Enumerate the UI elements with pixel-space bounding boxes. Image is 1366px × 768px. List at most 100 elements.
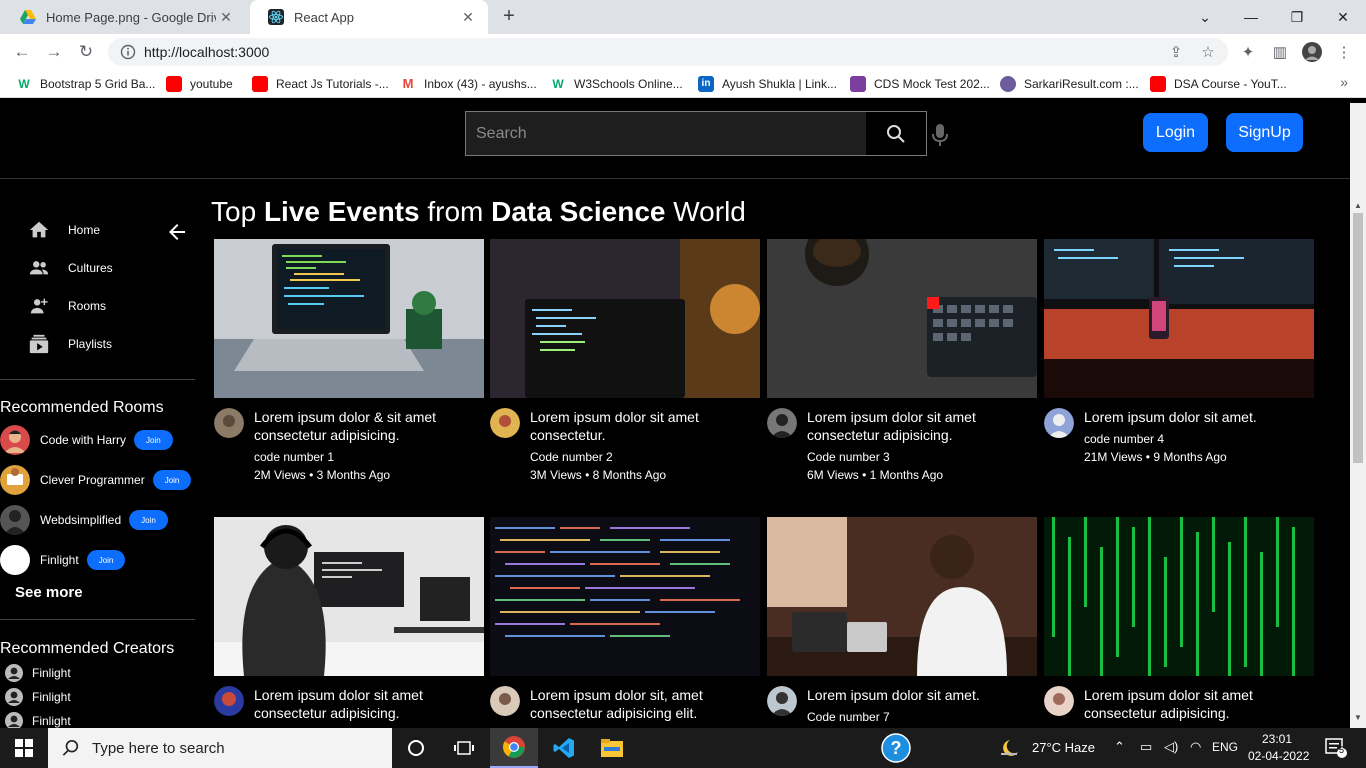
sidebar-item-home[interactable]: Home (28, 219, 100, 241)
channel-avatar[interactable] (767, 686, 797, 716)
more-bookmarks-icon[interactable]: » (1340, 74, 1348, 90)
arrow-back-icon[interactable] (165, 220, 189, 244)
video-card[interactable]: Lorem ipsum dolor sit amet consectetur. … (490, 239, 760, 482)
chrome-icon[interactable] (490, 728, 538, 768)
bookmark-item[interactable]: SarkariResult.com :... (1000, 76, 1139, 92)
search-input[interactable] (466, 112, 866, 155)
video-thumbnail[interactable] (767, 239, 1037, 398)
video-thumbnail[interactable] (1044, 517, 1314, 676)
video-title[interactable]: Lorem ipsum dolor sit amet consectetur a… (807, 408, 1037, 444)
video-title[interactable]: Lorem ipsum dolor sit, amet consectetur … (530, 686, 760, 722)
creator-item[interactable]: Finlight (4, 711, 71, 728)
join-button[interactable]: Join (129, 510, 168, 530)
share-icon[interactable]: ⇪ (1166, 42, 1186, 62)
room-item[interactable]: Finlight Join (0, 544, 126, 576)
signup-button[interactable]: SignUp (1226, 113, 1303, 152)
bookmark-item[interactable]: React Js Tutorials -... (252, 76, 389, 92)
channel-name[interactable]: Code number 3 (807, 450, 1037, 464)
video-card[interactable]: Lorem ipsum dolor sit amet consectetur a… (767, 239, 1037, 482)
menu-icon[interactable]: ⋮ (1334, 42, 1354, 62)
weather-text[interactable]: 27°C Haze (1032, 740, 1095, 755)
help-icon[interactable]: ? (872, 728, 920, 768)
forward-icon[interactable]: → (42, 40, 66, 64)
bookmark-item[interactable]: in Ayush Shukla | Link... (698, 76, 837, 92)
sidebar-item-cultures[interactable]: Cultures (28, 257, 113, 279)
room-item[interactable]: Clever Programmer Join (0, 464, 192, 496)
video-card[interactable]: Lorem ipsum dolor sit amet. Code number … (767, 517, 1037, 724)
file-explorer-icon[interactable] (588, 728, 636, 768)
creator-item[interactable]: Finlight (4, 663, 71, 683)
window-close-button[interactable]: ✕ (1320, 0, 1366, 34)
cortana-icon[interactable] (392, 728, 440, 768)
video-card[interactable]: Lorem ipsum dolor sit, amet consectetur … (490, 517, 760, 722)
tray-chevron-icon[interactable]: ⌃ (1114, 739, 1125, 755)
channel-avatar[interactable] (214, 686, 244, 716)
address-bar[interactable]: http://localhost:3000 (108, 38, 1228, 66)
bookmark-item[interactable]: M Inbox (43) - ayushs... (400, 76, 537, 92)
room-item[interactable]: Webdsimplified Join (0, 504, 168, 536)
reload-icon[interactable]: ↻ (74, 40, 98, 64)
video-thumbnail[interactable] (767, 517, 1037, 676)
notification-center-icon[interactable]: 5 (1316, 728, 1356, 768)
scroll-down-icon[interactable]: ▼ (1354, 713, 1362, 722)
join-button[interactable]: Join (152, 470, 192, 490)
restore-button[interactable]: ❐ (1274, 0, 1320, 34)
video-thumbnail[interactable] (214, 517, 484, 676)
weather-icon[interactable] (990, 728, 1030, 768)
battery-icon[interactable]: ▭ (1140, 739, 1152, 755)
bookmark-star-icon[interactable]: ☆ (1198, 42, 1218, 62)
microphone-icon[interactable] (930, 123, 950, 147)
tab-google-drive[interactable]: Home Page.png - Google Drive ✕ (2, 0, 246, 34)
video-title[interactable]: Lorem ipsum dolor sit amet. (1084, 408, 1314, 426)
scrollbar-thumb[interactable] (1353, 213, 1363, 463)
clock-date[interactable]: 02-04-2022 (1248, 749, 1309, 763)
video-title[interactable]: Lorem ipsum dolor sit amet consectetur. (530, 408, 760, 444)
close-icon[interactable]: ✕ (458, 9, 478, 26)
video-card[interactable]: Lorem ipsum dolor sit amet consectetur a… (1044, 517, 1314, 722)
video-title[interactable]: Lorem ipsum dolor sit amet. (807, 686, 1037, 704)
start-button[interactable] (0, 728, 48, 768)
minimize-button[interactable]: — (1228, 0, 1274, 34)
bookmark-item[interactable]: CDS Mock Test 202... (850, 76, 990, 92)
scroll-up-icon[interactable]: ▲ (1354, 201, 1362, 210)
bookmark-item[interactable]: youtube (166, 76, 233, 92)
see-more-link[interactable]: See more (15, 584, 83, 601)
new-tab-button[interactable]: + (498, 6, 520, 28)
room-item[interactable]: Code with Harry Join (0, 424, 173, 456)
channel-avatar[interactable] (767, 408, 797, 438)
channel-name[interactable]: code number 1 (254, 450, 484, 464)
video-thumbnail[interactable] (214, 239, 484, 398)
join-button[interactable]: Join (134, 430, 173, 450)
close-icon[interactable]: ✕ (216, 9, 236, 26)
tab-react-app[interactable]: React App ✕ (250, 0, 488, 34)
tab-search-icon[interactable]: ⌄ (1182, 0, 1228, 34)
channel-avatar[interactable] (490, 408, 520, 438)
language-indicator[interactable]: ENG (1212, 740, 1238, 754)
volume-icon[interactable]: ◁) (1164, 739, 1178, 755)
video-title[interactable]: Lorem ipsum dolor sit amet consectetur a… (254, 686, 484, 722)
channel-name[interactable]: Code number 2 (530, 450, 760, 464)
channel-name[interactable]: code number 4 (1084, 432, 1314, 446)
sidebar-item-rooms[interactable]: Rooms (28, 295, 106, 317)
search-button[interactable] (866, 112, 926, 155)
channel-avatar[interactable] (1044, 686, 1074, 716)
channel-name[interactable]: Code number 7 (807, 710, 1037, 724)
login-button[interactable]: Login (1143, 113, 1208, 152)
bookmark-item[interactable]: W Bootstrap 5 Grid Ba... (16, 76, 155, 92)
video-title[interactable]: Lorem ipsum dolor & sit amet consectetur… (254, 408, 484, 444)
profile-avatar[interactable] (1302, 42, 1322, 62)
side-panel-icon[interactable]: ▥ (1270, 42, 1290, 62)
channel-avatar[interactable] (214, 408, 244, 438)
page-scrollbar[interactable]: ▲ ▼ (1350, 103, 1366, 728)
bookmark-item[interactable]: W W3Schools Online... (550, 76, 683, 92)
extensions-icon[interactable]: ✦ (1238, 42, 1258, 62)
back-icon[interactable]: ← (10, 40, 34, 64)
video-card[interactable]: Lorem ipsum dolor sit amet. code number … (1044, 239, 1314, 464)
video-title[interactable]: Lorem ipsum dolor sit amet consectetur a… (1084, 686, 1314, 722)
video-card[interactable]: Lorem ipsum dolor sit amet consectetur a… (214, 517, 484, 722)
channel-avatar[interactable] (490, 686, 520, 716)
wifi-icon[interactable]: ◠ (1190, 739, 1201, 755)
task-view-icon[interactable] (440, 728, 488, 768)
creator-item[interactable]: Finlight (4, 687, 71, 707)
video-thumbnail[interactable] (490, 517, 760, 676)
